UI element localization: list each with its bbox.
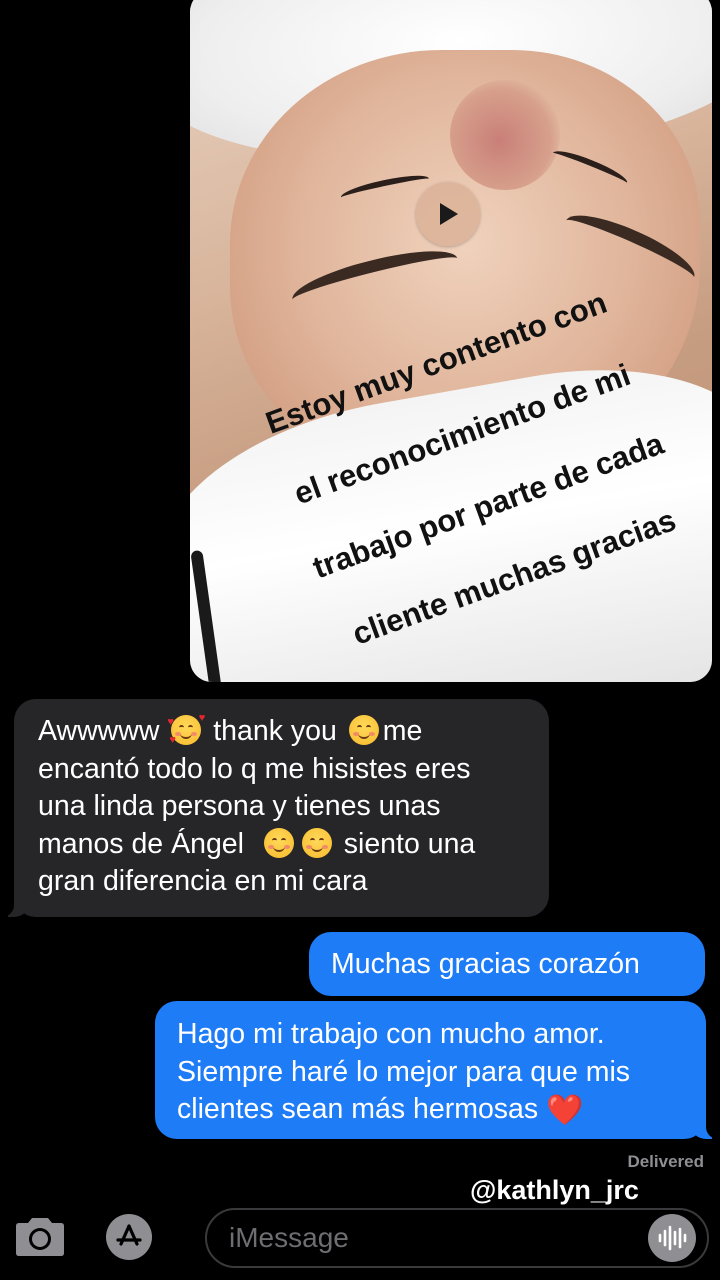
message-line: Awwwww ♥ ♥ ♥ thank you me: [38, 713, 527, 751]
message-text: thank you: [213, 715, 337, 747]
photo-eyelash: [339, 170, 431, 206]
outgoing-message-bubble[interactable]: Hago mi trabajo con mucho amor. Siempre …: [155, 1001, 720, 1139]
bubble-tail: [0, 894, 30, 917]
message-line: encantó todo lo q me hisistes eres: [38, 752, 471, 785]
message-line: Siempre haré lo mejor para que mis: [177, 1055, 631, 1088]
message-text: me: [382, 715, 423, 747]
message-line: gran diferencia en mi cara: [38, 865, 368, 897]
app-store-icon: [116, 1224, 142, 1246]
message-line: Hago mi trabajo con mucho amor.: [177, 1018, 605, 1050]
message-line: una linda persona y tienes unas: [38, 790, 441, 822]
bubble-tail: [690, 1117, 720, 1139]
photo-eyelash: [549, 145, 631, 191]
smiling-face-with-hearts-icon: ♥ ♥ ♥: [167, 712, 206, 746]
message-line: manos de Ángel siento una: [38, 826, 527, 864]
camera-icon: [16, 1218, 64, 1256]
outgoing-message-bubble[interactable]: Muchas gracias corazón: [309, 932, 705, 996]
incoming-message-bubble[interactable]: Awwwww ♥ ♥ ♥ thank you me encantó todo l…: [0, 699, 549, 917]
smiling-face-icon: [263, 827, 294, 858]
message-text: siento una: [343, 827, 476, 860]
imessage-input[interactable]: [205, 1208, 709, 1268]
message-text: clientes sean más hermosas: [177, 1093, 539, 1125]
photo-nose: [450, 80, 560, 190]
smiling-face-icon: [348, 715, 379, 745]
smiling-face-icon: [301, 827, 332, 858]
camera-button[interactable]: [12, 1216, 68, 1258]
message-input-bar: [0, 1200, 720, 1280]
message-text: manos de Ángel: [38, 827, 244, 860]
message-text: Awwwww: [38, 715, 160, 747]
red-heart-icon: ❤️: [546, 1094, 584, 1127]
message-thread: Estoy muy contento con el reconocimiento…: [0, 0, 720, 1205]
audio-record-button[interactable]: [648, 1214, 696, 1262]
play-button[interactable]: [416, 182, 480, 246]
app-store-button[interactable]: [106, 1214, 152, 1260]
audio-waveform-icon: [658, 1225, 687, 1251]
play-icon: [440, 203, 458, 225]
message-line: clientes sean más hermosas ❤️: [177, 1091, 684, 1130]
message-line: Muchas gracias corazón: [331, 948, 640, 980]
delivered-status: Delivered: [627, 1152, 704, 1171]
